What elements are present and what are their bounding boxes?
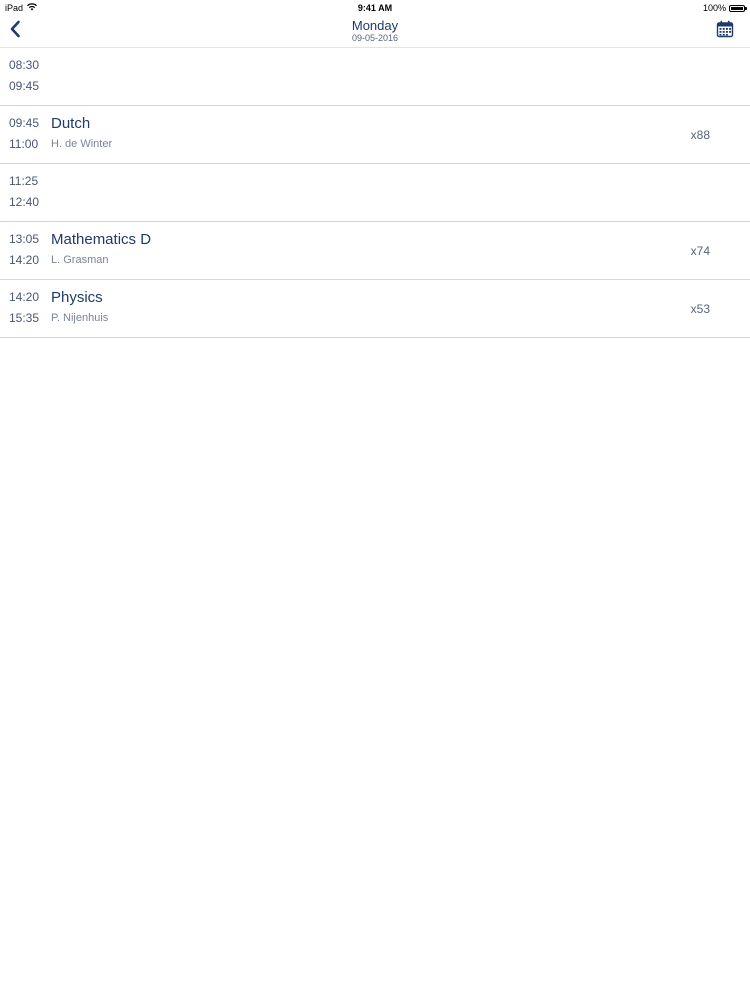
- lesson-teacher: L. Grasman: [51, 254, 109, 266]
- end-time: 11:00: [9, 137, 39, 151]
- schedule-row[interactable]: 13:05 14:20 Mathematics D L. Grasman x74: [0, 222, 750, 280]
- navigation-bar: Monday 09-05-2016: [0, 16, 750, 48]
- calendar-button[interactable]: [714, 20, 736, 42]
- schedule-row[interactable]: 08:30 09:45: [0, 48, 750, 106]
- page-title: Monday: [351, 18, 399, 33]
- status-time: 9:41 AM: [357, 3, 393, 13]
- battery-fill: [731, 6, 743, 10]
- start-time: 14:20: [9, 290, 40, 304]
- calendar-icon: [716, 20, 734, 43]
- lesson-subject: Physics: [51, 289, 103, 306]
- battery-percent: 100%: [702, 3, 726, 13]
- schedule-row[interactable]: 14:20 15:35 Physics P. Nijenhuis x53: [0, 280, 750, 338]
- lesson-subject: Mathematics D: [51, 231, 152, 248]
- lesson-teacher: H. de Winter: [51, 138, 113, 150]
- status-bar: iPad 9:41 AM 100%: [0, 0, 750, 16]
- schedule-row[interactable]: 11:25 12:40: [0, 164, 750, 222]
- start-time: 11:25: [9, 174, 39, 188]
- lesson-room: x88: [690, 128, 710, 142]
- end-time: 15:35: [9, 311, 40, 325]
- start-time: 09:45: [9, 116, 40, 130]
- lesson-room: x53: [690, 302, 710, 316]
- battery-icon: [729, 4, 747, 12]
- lesson-subject: Dutch: [51, 115, 91, 132]
- end-time: 09:45: [9, 79, 40, 93]
- page-date: 09-05-2016: [351, 33, 399, 43]
- start-time: 08:30: [9, 58, 40, 72]
- lesson-room: x74: [690, 244, 710, 258]
- nav-title-group: Monday 09-05-2016: [0, 18, 750, 44]
- lesson-teacher: P. Nijenhuis: [51, 312, 109, 324]
- schedule-row[interactable]: 09:45 11:00 Dutch H. de Winter x88: [0, 106, 750, 164]
- end-time: 14:20: [9, 253, 40, 267]
- schedule-list: 08:30 09:45 09:45 11:00 Dutch H. de Wint…: [0, 48, 750, 338]
- start-time: 13:05: [9, 232, 40, 246]
- status-right: 100%: [702, 3, 747, 13]
- end-time: 12:40: [9, 195, 40, 209]
